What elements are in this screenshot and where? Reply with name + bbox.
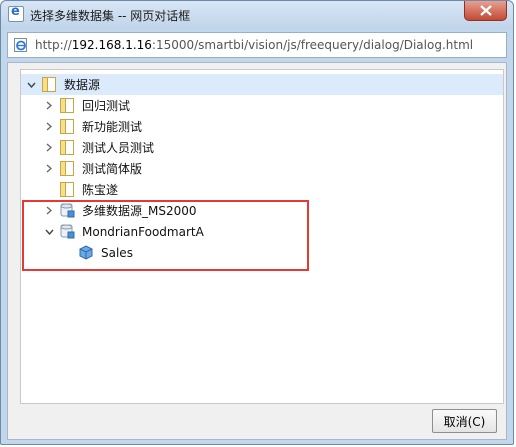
address-url: http://192.168.1.16:15000/smartbi/vision… xyxy=(35,38,474,52)
database-icon xyxy=(60,224,75,239)
tree-node-folder[interactable]: 回归测试 xyxy=(41,95,130,116)
dialog-content: 数据源 回归测试 新功能测试 测试人员测试 测试简体版 陈宝遂 多维数据源_MS… xyxy=(7,62,507,440)
address-host: 192.168.1.16 xyxy=(71,38,152,52)
close-icon xyxy=(480,5,492,16)
chevron-down-icon[interactable] xyxy=(41,224,57,240)
tree-node-datasource[interactable]: MondrianFoodmartA xyxy=(41,221,204,242)
tree-node-label: MondrianFoodmartA xyxy=(82,224,204,239)
cancel-button[interactable]: 取消(C) xyxy=(432,409,497,433)
folder-icon xyxy=(60,140,74,155)
tree-panel[interactable]: 数据源 回归测试 新功能测试 测试人员测试 测试简体版 陈宝遂 多维数据源_MS… xyxy=(20,69,504,404)
tree-node-folder[interactable]: 陈宝遂 xyxy=(41,179,118,200)
chevron-down-icon[interactable] xyxy=(23,77,39,93)
close-button[interactable] xyxy=(464,1,507,21)
chevron-right-icon[interactable] xyxy=(41,161,57,177)
folder-icon xyxy=(42,77,56,92)
chevron-right-icon[interactable] xyxy=(41,203,57,219)
tree-node-datasource[interactable]: 多维数据源_MS2000 xyxy=(41,200,197,221)
database-icon xyxy=(60,203,75,218)
tree-node-label: 数据源 xyxy=(64,78,101,92)
folder-icon xyxy=(60,119,74,134)
tree-node-folder[interactable]: 新功能测试 xyxy=(41,116,142,137)
ie-page-icon xyxy=(14,38,27,52)
address-path: :15000/smartbi/vision/js/freequery/dialo… xyxy=(151,38,474,52)
tree-node-label: 测试简体版 xyxy=(82,162,143,176)
chevron-right-icon[interactable] xyxy=(41,98,57,114)
tree-node-label: 陈宝遂 xyxy=(82,183,119,197)
folder-icon xyxy=(60,182,74,197)
cube-icon xyxy=(79,245,93,260)
tree-node-folder[interactable]: 测试简体版 xyxy=(41,158,142,179)
title-bar: 选择多维数据集 -- 网页对话框 xyxy=(1,1,513,29)
chevron-right-icon[interactable] xyxy=(41,140,57,156)
tree-node-cube[interactable]: Sales xyxy=(79,242,133,263)
tree-node-label: Sales xyxy=(101,245,133,260)
tree-node-folder[interactable]: 测试人员测试 xyxy=(41,137,154,158)
chevron-right-icon[interactable] xyxy=(41,119,57,135)
folder-icon xyxy=(60,98,74,113)
dialog-window: 选择多维数据集 -- 网页对话框 http://192.168.1.16:150… xyxy=(0,0,514,445)
ie-page-icon xyxy=(8,4,24,22)
tree-node-label: 回归测试 xyxy=(82,99,131,113)
tree-node-label: 新功能测试 xyxy=(82,120,143,134)
window-title: 选择多维数据集 -- 网页对话框 xyxy=(30,9,191,23)
address-bar: http://192.168.1.16:15000/smartbi/vision… xyxy=(7,32,507,58)
tree-node-root[interactable]: 数据源 xyxy=(21,74,503,95)
tree-node-label: 多维数据源_MS2000 xyxy=(82,204,197,218)
tree-node-label: 测试人员测试 xyxy=(82,141,155,155)
folder-icon xyxy=(60,161,74,176)
